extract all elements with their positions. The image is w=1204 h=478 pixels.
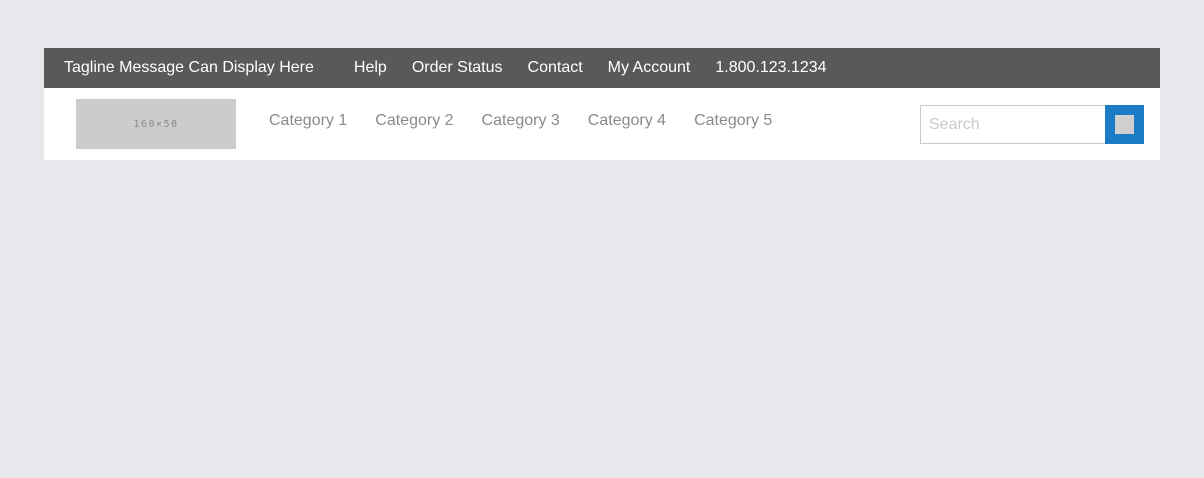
category-nav: Category 1 Category 2 Category 3 Categor… bbox=[269, 112, 800, 130]
tagline: Tagline Message Can Display Here bbox=[64, 59, 314, 76]
search-icon bbox=[1115, 115, 1134, 134]
category-link-1[interactable]: Category 1 bbox=[269, 112, 347, 130]
search-button[interactable] bbox=[1105, 105, 1144, 144]
search-form bbox=[920, 105, 1144, 144]
category-link-5[interactable]: Category 5 bbox=[694, 112, 772, 130]
main-header-bar: 160×50 Category 1 Category 2 Category 3 … bbox=[44, 88, 1160, 160]
logo-placeholder-label: 160×50 bbox=[133, 118, 179, 130]
category-link-2[interactable]: Category 2 bbox=[375, 112, 453, 130]
help-link[interactable]: Help bbox=[354, 59, 387, 77]
phone-number: 1.800.123.1234 bbox=[715, 59, 827, 76]
my-account-link[interactable]: My Account bbox=[608, 59, 691, 77]
contact-link[interactable]: Contact bbox=[528, 59, 583, 77]
utility-bar: Tagline Message Can Display Here Help Or… bbox=[44, 48, 1160, 88]
category-link-3[interactable]: Category 3 bbox=[482, 112, 560, 130]
search-input[interactable] bbox=[920, 105, 1105, 144]
order-status-link[interactable]: Order Status bbox=[412, 59, 503, 77]
site-header: Tagline Message Can Display Here Help Or… bbox=[44, 48, 1160, 160]
logo-placeholder[interactable]: 160×50 bbox=[76, 99, 236, 149]
category-link-4[interactable]: Category 4 bbox=[588, 112, 666, 130]
